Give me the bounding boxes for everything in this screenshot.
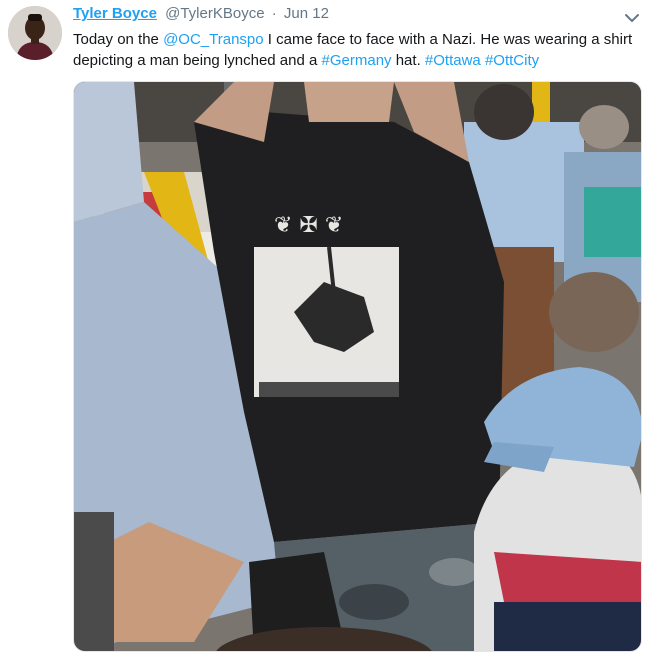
separator-dot: · bbox=[271, 5, 277, 22]
svg-text:❦ ✠ ❦: ❦ ✠ ❦ bbox=[274, 213, 343, 238]
tweet-text: Today on the @OC_Transpo I came face to … bbox=[73, 29, 633, 71]
tweet-card: Tyler Boyce @TylerKBoyce · Jun 12 Today … bbox=[0, 0, 653, 659]
user-handle[interactable]: @TylerKBoyce bbox=[165, 5, 264, 22]
tweet-date[interactable]: Jun 12 bbox=[284, 5, 329, 22]
mention-link[interactable]: @OC_Transpo bbox=[163, 31, 264, 48]
hashtag-link-ottawa[interactable]: #Ottawa bbox=[425, 52, 481, 69]
tweet-header: Tyler Boyce @TylerKBoyce · Jun 12 bbox=[73, 5, 329, 25]
text-segment: Today on the bbox=[73, 31, 164, 48]
hashtag-link-ottcity[interactable]: #OttCity bbox=[485, 52, 539, 69]
hashtag-link-germany[interactable]: #Germany bbox=[322, 52, 392, 69]
tweet-photo[interactable]: ❦ ✠ ❦ bbox=[73, 81, 642, 652]
display-name-link[interactable]: Tyler Boyce bbox=[73, 5, 157, 22]
avatar[interactable] bbox=[8, 6, 62, 60]
chevron-down-icon[interactable] bbox=[625, 10, 639, 22]
text-segment: hat. bbox=[391, 52, 425, 69]
